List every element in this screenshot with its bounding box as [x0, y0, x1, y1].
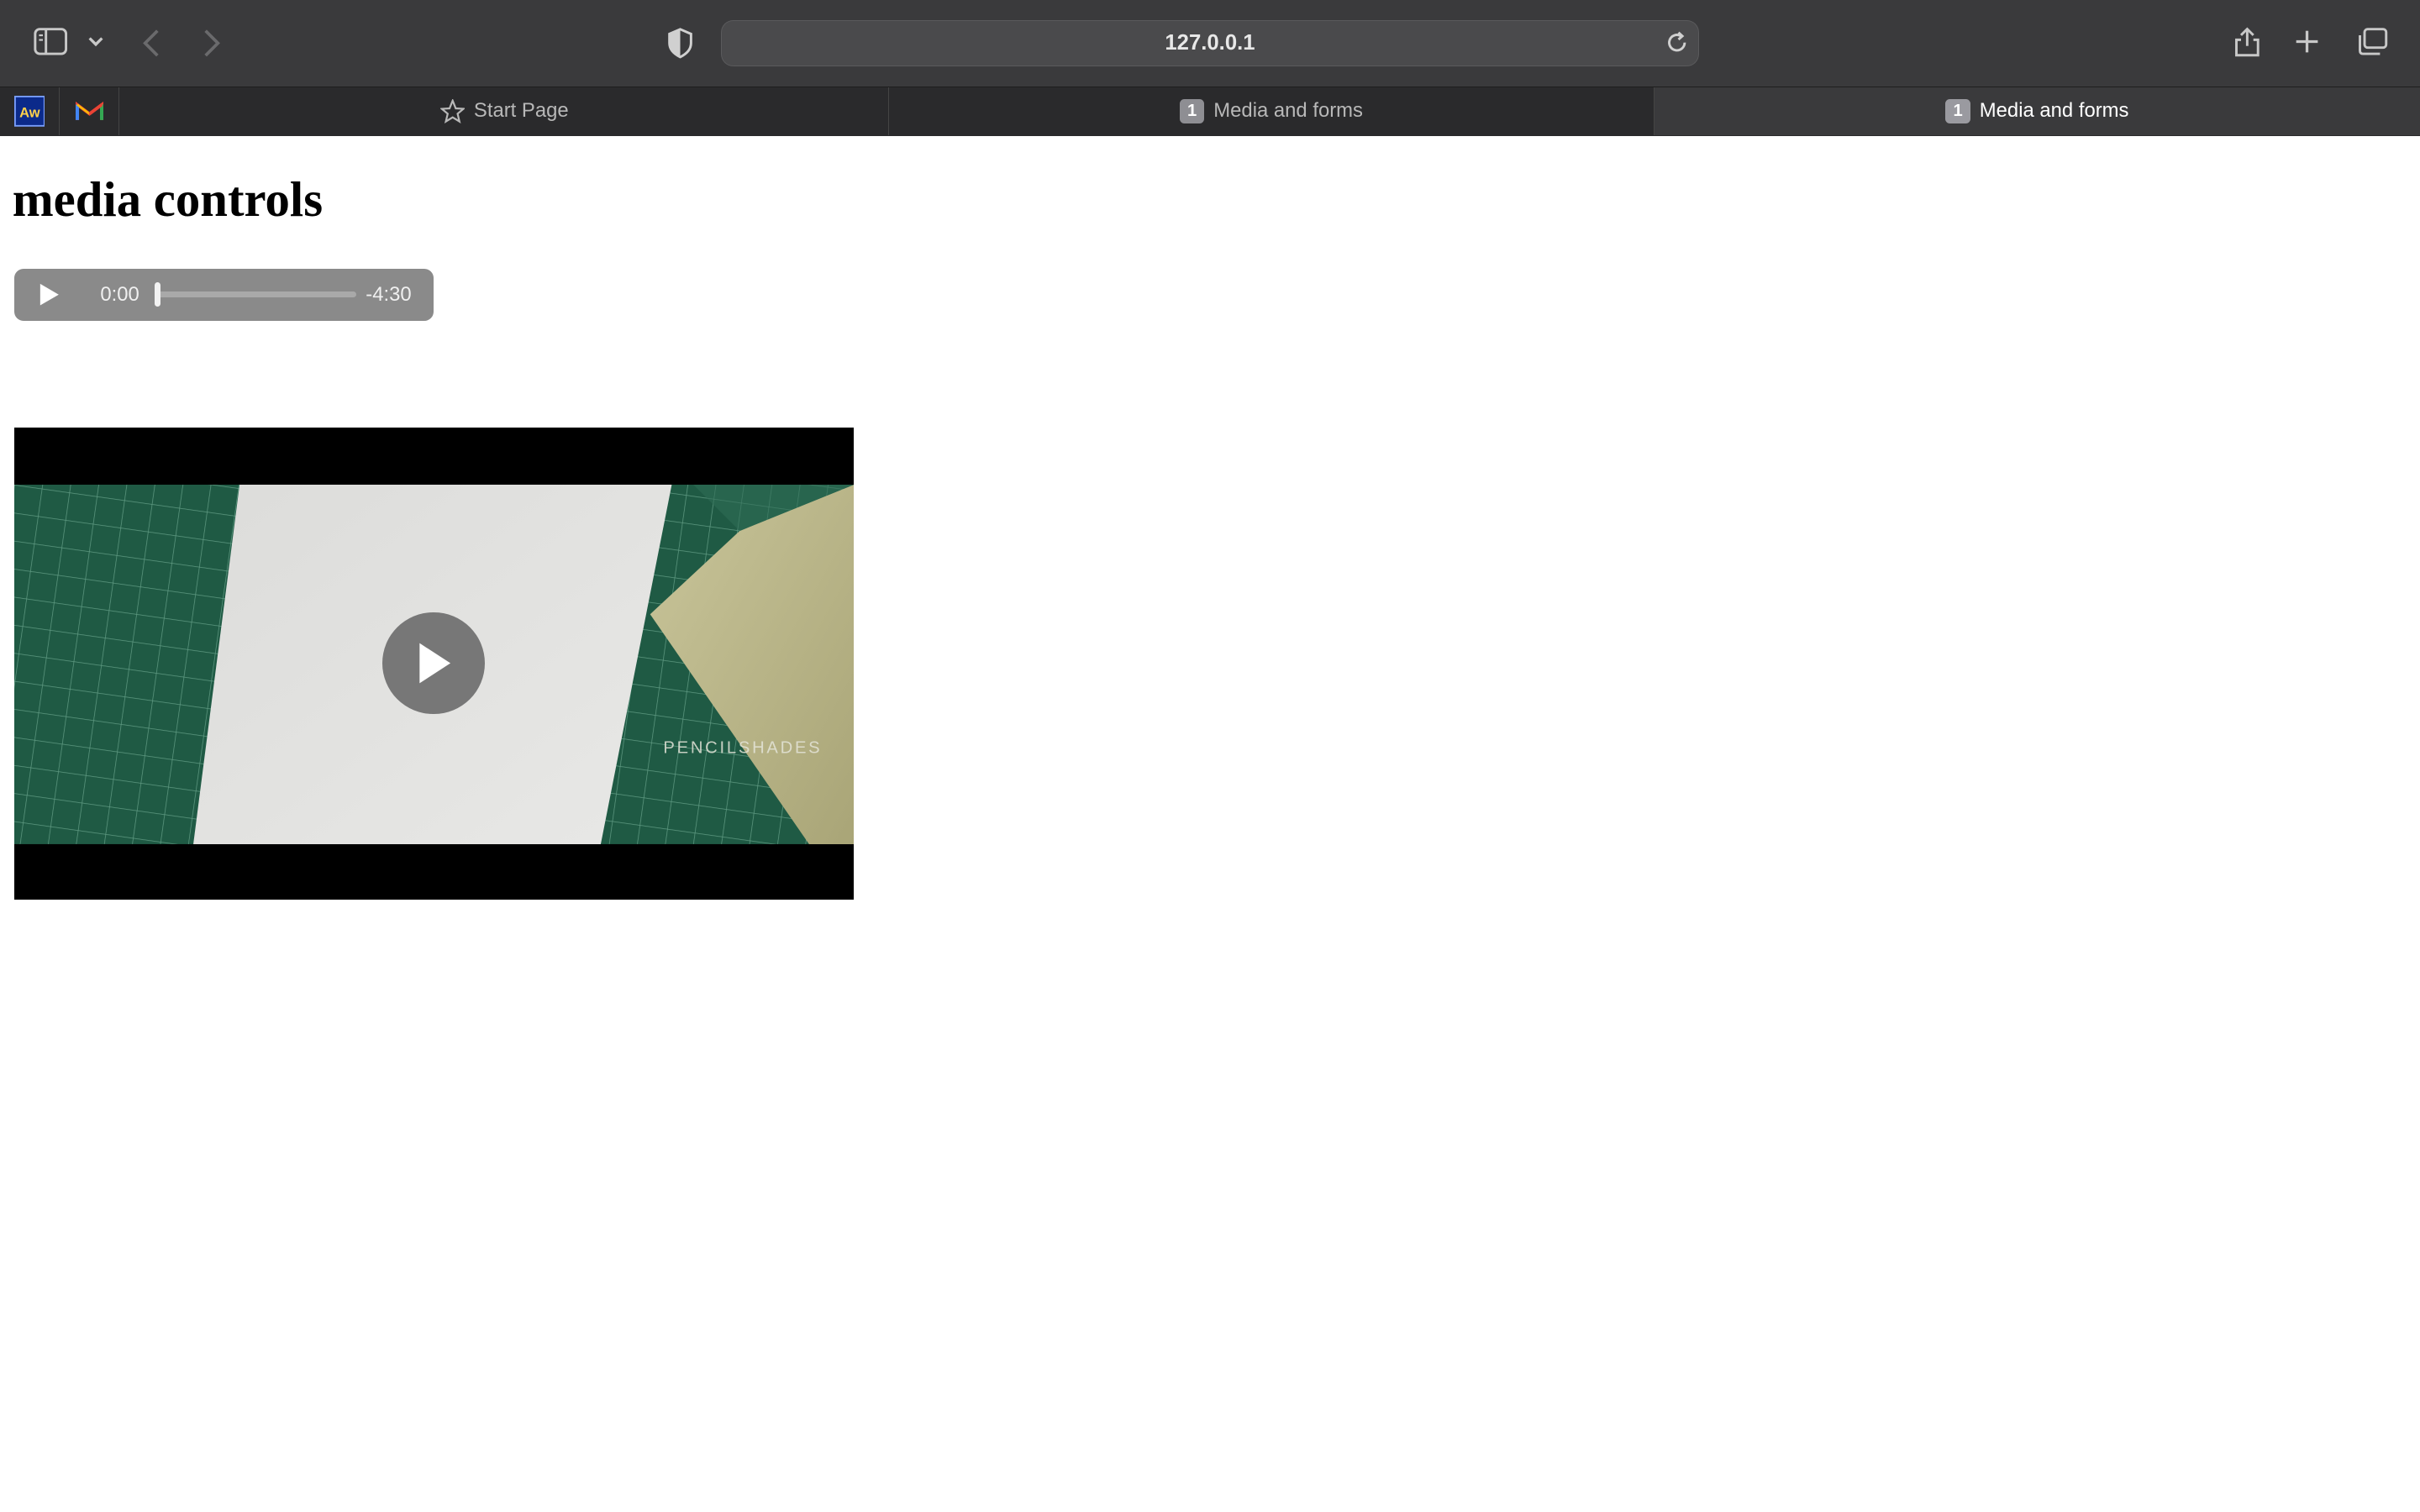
browser-toolbar: 127.0.0.1: [0, 0, 2420, 87]
video-play-button[interactable]: [382, 612, 485, 715]
tab-media-and-forms-1[interactable]: 1 Media and forms: [889, 87, 1655, 135]
chevron-down-icon[interactable]: [87, 34, 105, 49]
privacy-shield-icon[interactable]: [666, 28, 694, 59]
forward-icon[interactable]: [203, 28, 221, 59]
tab-start-page[interactable]: Start Page: [120, 87, 889, 135]
video-player[interactable]: PENCILSHADES: [13, 427, 854, 900]
audio-scrubber-thumb[interactable]: [154, 282, 160, 307]
star-icon: [439, 98, 465, 123]
play-icon[interactable]: [39, 282, 60, 313]
tab-badge: 1: [1945, 98, 1970, 123]
tab-label: Start Page: [473, 99, 569, 123]
page-title: media controls: [12, 172, 324, 228]
tab-bar: Aw Start Page 1 Media and forms 1 Media …: [0, 86, 2420, 136]
favorite-aw[interactable]: Aw: [0, 87, 60, 135]
back-icon[interactable]: [142, 28, 160, 59]
new-tab-icon[interactable]: [2293, 28, 2321, 55]
remaining-time: -4:30: [366, 282, 412, 306]
audio-player[interactable]: 0:00 -4:30: [13, 268, 434, 322]
svg-text:Aw: Aw: [19, 105, 40, 121]
sidebar-icon[interactable]: [34, 26, 68, 57]
tab-media-and-forms-2[interactable]: 1 Media and forms: [1654, 87, 2420, 135]
play-icon: [419, 643, 451, 684]
tab-badge: 1: [1179, 98, 1205, 123]
tab-label: Media and forms: [1213, 99, 1363, 123]
video-watermark: PENCILSHADES: [663, 738, 822, 757]
tab-label: Media and forms: [1979, 99, 2129, 123]
reload-icon[interactable]: [1665, 30, 1689, 61]
favorite-gmail[interactable]: [60, 87, 120, 135]
current-time: 0:00: [100, 282, 139, 306]
aw-favicon-icon: Aw: [13, 95, 45, 127]
gmail-icon: [75, 102, 104, 121]
url-text: 127.0.0.1: [1165, 30, 1255, 55]
audio-progress-track[interactable]: [154, 291, 357, 298]
address-bar[interactable]: 127.0.0.1: [720, 19, 1700, 66]
share-icon[interactable]: [2232, 24, 2263, 58]
tab-overview-icon[interactable]: [2355, 26, 2389, 57]
